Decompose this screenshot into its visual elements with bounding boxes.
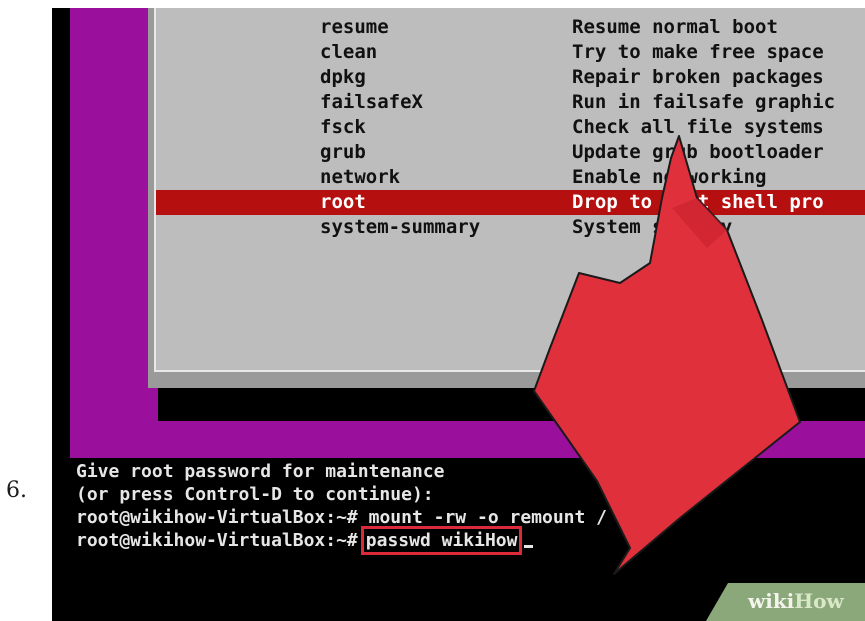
watermark-wiki: wiki: [748, 589, 795, 613]
terminal-screenshot: resume Resume normal boot clean Try to m…: [52, 8, 865, 621]
step-number: 6.: [6, 478, 27, 503]
down-arrow-icon: [533, 135, 801, 575]
watermark-how: How: [794, 589, 844, 613]
wikihow-watermark: wikiHow: [706, 583, 865, 621]
